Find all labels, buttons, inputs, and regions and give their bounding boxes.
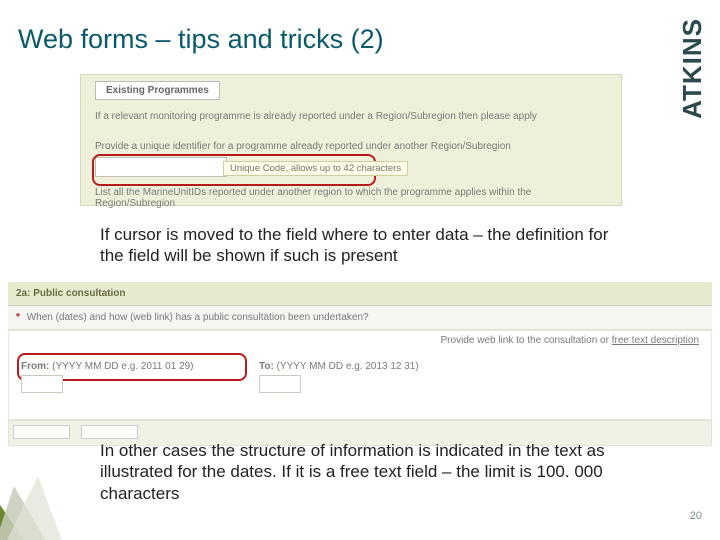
from-input[interactable] [21, 375, 63, 393]
to-input[interactable] [259, 375, 301, 393]
hint-prefix: Provide web link to the consultation or [441, 335, 612, 346]
footer-button[interactable] [13, 425, 70, 439]
form-text: Provide a unique identifier for a progra… [95, 141, 611, 152]
form-tab[interactable]: Existing Programmes [95, 81, 220, 100]
decorative-shapes [0, 450, 70, 540]
brand-logo: ATKINS [677, 18, 708, 119]
footer-button[interactable] [81, 425, 138, 439]
to-field-group: To: (YYYY MM DD e.g. 2013 12 31) [259, 361, 419, 396]
page-number: 20 [690, 510, 702, 522]
slide: Web forms – tips and tricks (2) ATKINS E… [0, 0, 720, 540]
form-screenshot-public-consultation: 2a: Public consultation * When (dates) a… [8, 282, 712, 412]
form-text: If a relevant monitoring programme is al… [95, 111, 611, 122]
to-hint: (YYYY MM DD e.g. 2013 12 31) [277, 361, 419, 372]
from-field-group: From: (YYYY MM DD e.g. 2011 01 29) [21, 361, 194, 396]
form-text: List all the MarineUnitIDs reported unde… [95, 187, 611, 209]
hint-link[interactable]: free text description [612, 335, 699, 346]
form-section-header: 2a: Public consultation [8, 282, 712, 306]
tooltip: Unique Code, allows up to 42 characters [223, 161, 408, 176]
required-star-icon: * [16, 312, 20, 323]
form-question-row: * When (dates) and how (web link) has a … [8, 306, 712, 330]
caption-2: In other cases the structure of informat… [100, 440, 640, 504]
form-question: When (dates) and how (web link) has a pu… [27, 312, 369, 323]
form-hint-right: Provide web link to the consultation or … [441, 335, 699, 346]
to-label: To: [259, 361, 274, 372]
form-body: Provide web link to the consultation or … [8, 330, 712, 420]
form-screenshot-existing-programmes: Existing Programmes If a relevant monito… [80, 74, 622, 206]
from-label: From: [21, 361, 49, 372]
caption-1: If cursor is moved to the field where to… [100, 224, 620, 267]
from-hint: (YYYY MM DD e.g. 2011 01 29) [52, 361, 193, 372]
page-title: Web forms – tips and tricks (2) [18, 24, 384, 55]
